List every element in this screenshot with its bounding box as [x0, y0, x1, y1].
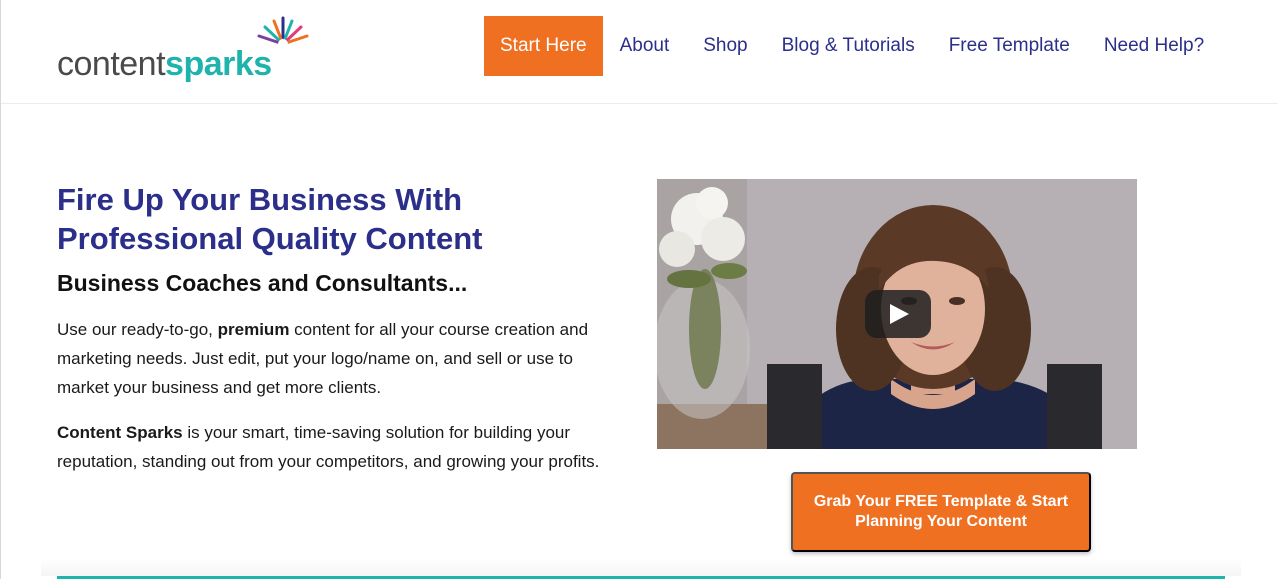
main-nav: Start Here About Shop Blog & Tutorials F…	[484, 16, 1221, 76]
grab-free-template-button[interactable]: Grab Your FREE Template & Start Planning…	[791, 472, 1091, 552]
nav-need-help[interactable]: Need Help?	[1087, 16, 1221, 76]
logo-wordmark: contentsparks	[57, 44, 272, 84]
logo-word-sparks: sparks	[165, 45, 272, 83]
hero-paragraph-1: Use our ready-to-go, premium content for…	[57, 315, 617, 402]
hero-title: Fire Up Your Business With Professional …	[57, 182, 483, 256]
content-sparks-logo[interactable]: contentsparks	[57, 14, 309, 86]
nav-blog-tutorials[interactable]: Blog & Tutorials	[765, 16, 932, 76]
site-header: contentsparks Start Here About Shop Blog…	[1, 0, 1278, 104]
nav-free-template[interactable]: Free Template	[932, 16, 1087, 76]
p1-bold-premium: premium	[217, 320, 290, 339]
sparks-rays-icon	[257, 16, 309, 48]
nav-start-here[interactable]: Start Here	[484, 16, 603, 76]
nav-shop[interactable]: Shop	[686, 16, 764, 76]
hero-subtitle: Business Coaches and Consultants...	[57, 270, 468, 296]
logo-word-content: content	[57, 45, 166, 83]
nav-about[interactable]: About	[603, 16, 687, 76]
p1-text-start: Use our ready-to-go,	[57, 320, 218, 339]
p2-bold-brand: Content Sparks	[57, 423, 183, 442]
section-shadow	[41, 558, 1241, 576]
play-icon[interactable]	[865, 290, 931, 338]
hero-paragraph-2: Content Sparks is your smart, time-savin…	[57, 418, 617, 476]
